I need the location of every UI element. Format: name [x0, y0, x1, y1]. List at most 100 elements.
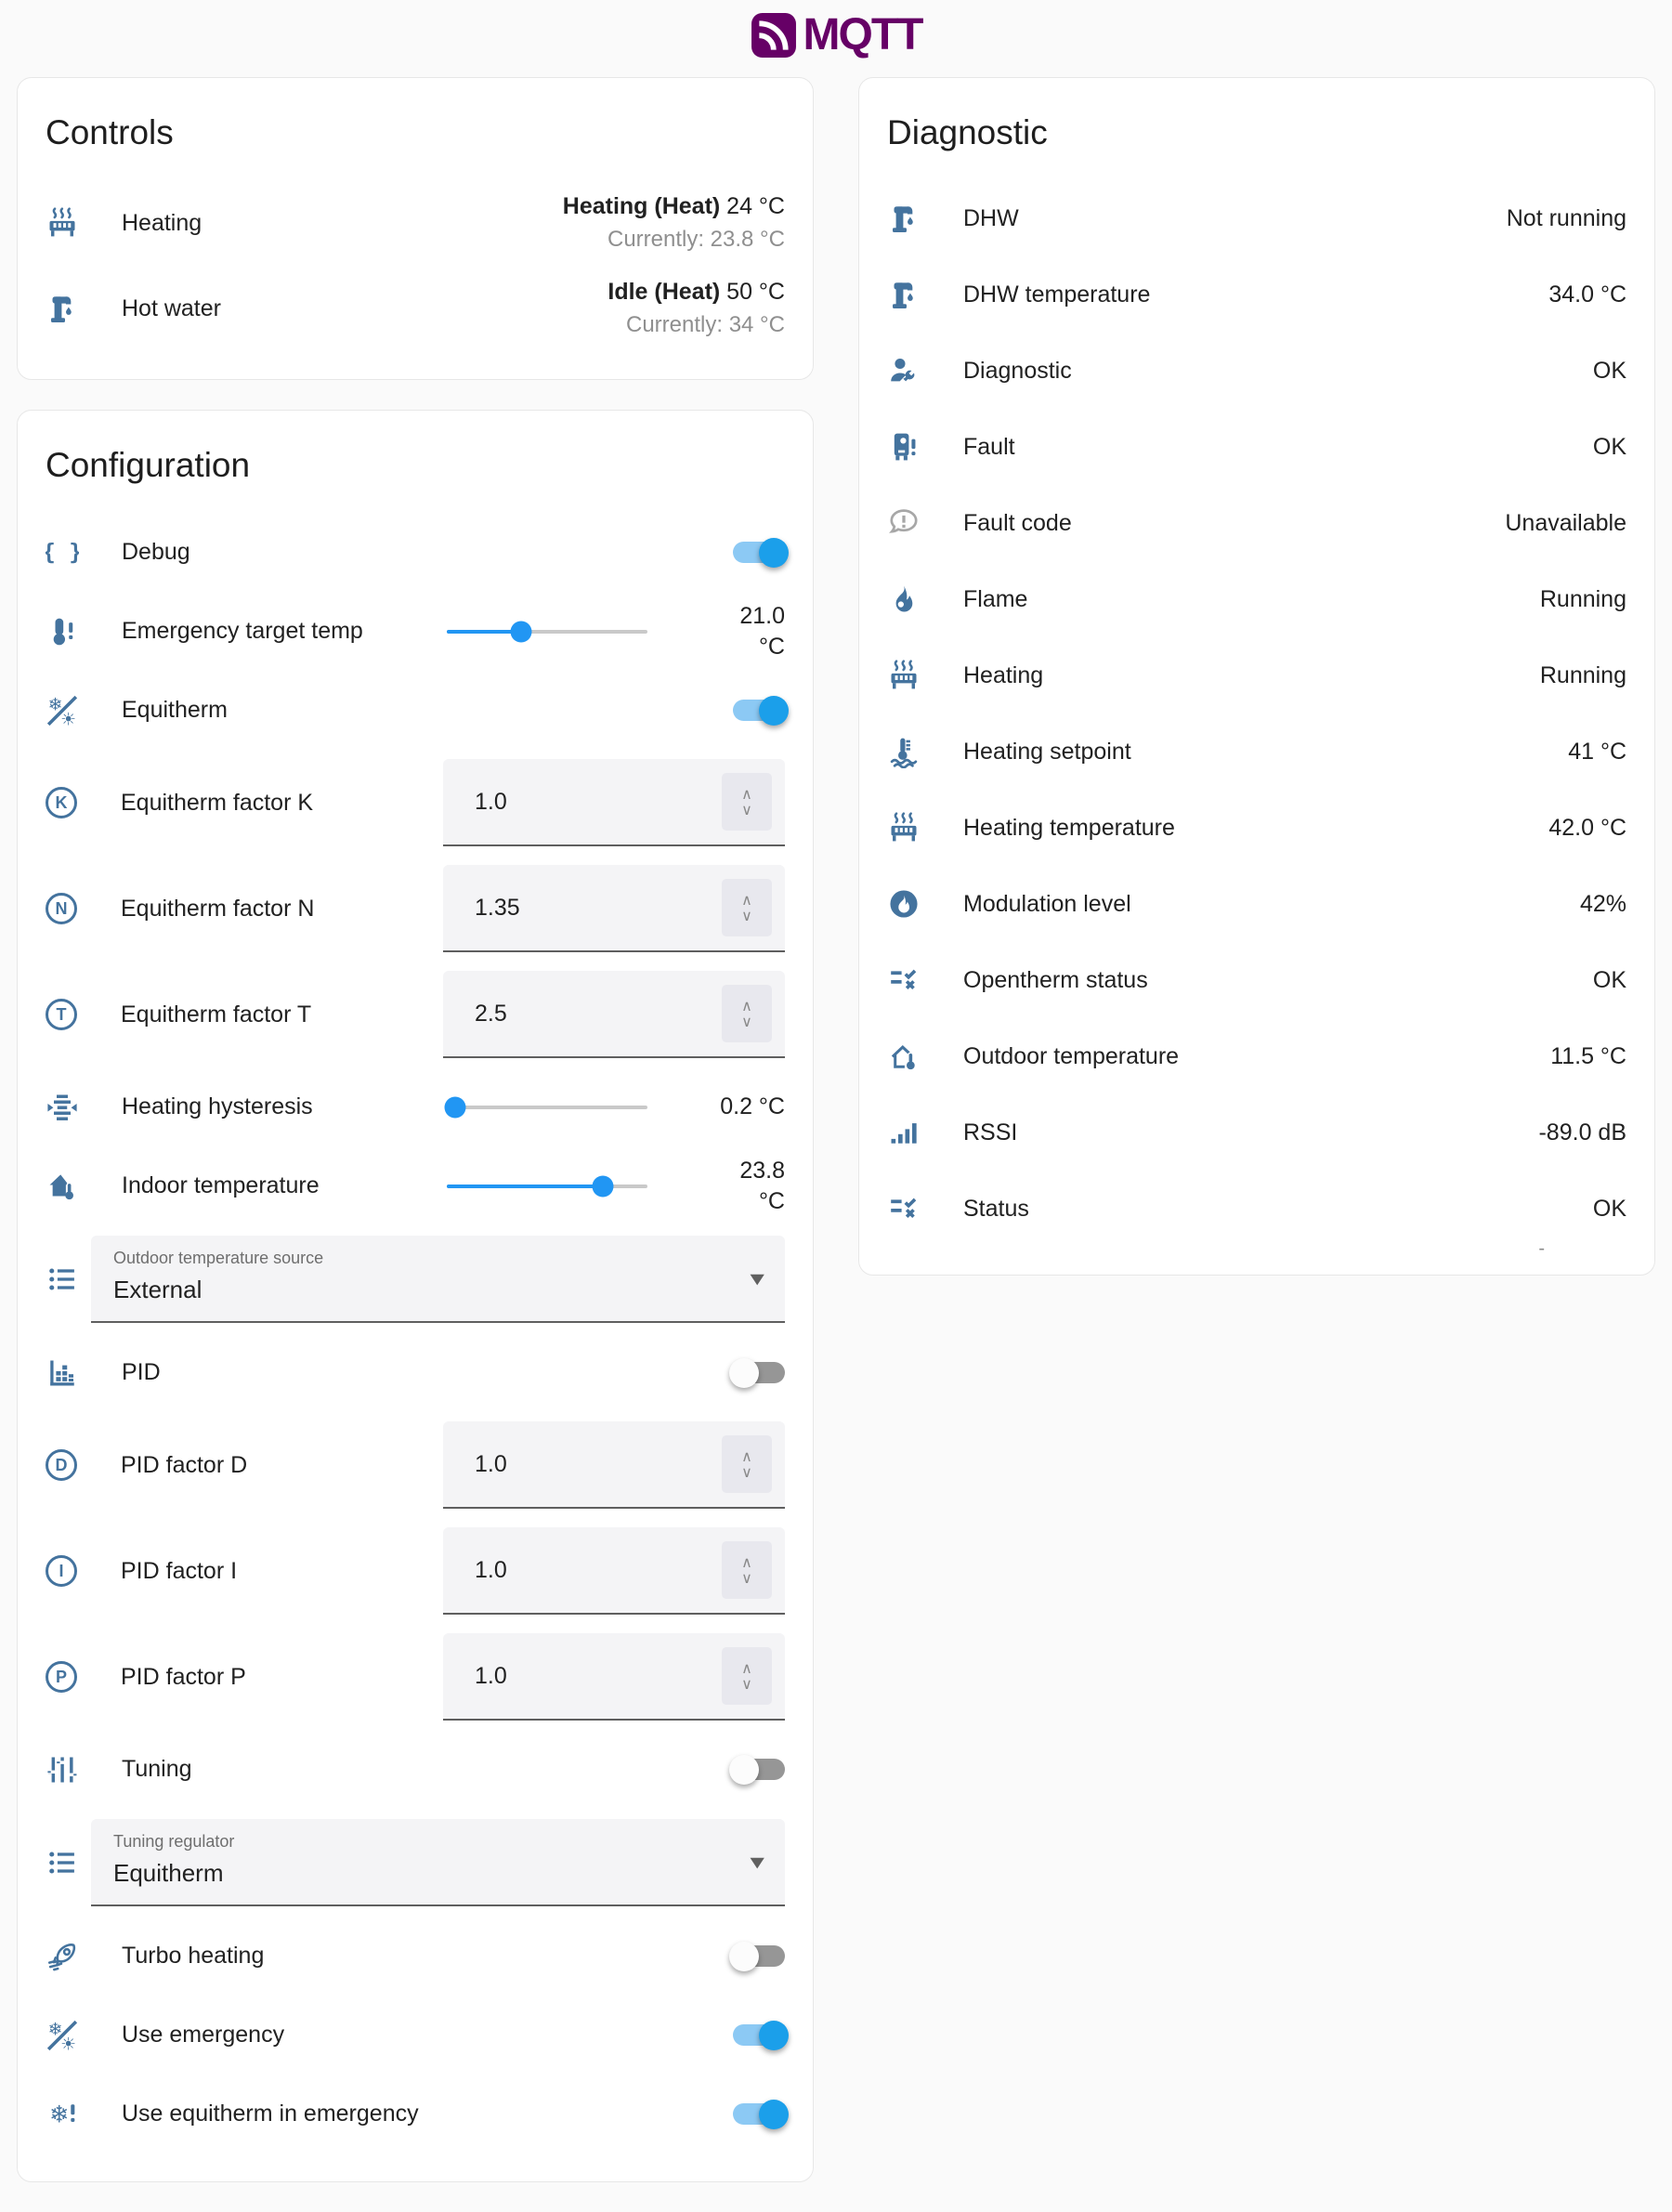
outdoor-temperature-source-select[interactable]: Outdoor temperature source External ▼ [91, 1236, 785, 1323]
tuning-regulator-select[interactable]: Tuning regulator Equitherm ▼ [91, 1819, 785, 1906]
stepper-up-icon[interactable]: ∧ [741, 789, 752, 800]
config-row-outdoor-temperature-source: Outdoor temperature source External ▼ [46, 1225, 785, 1333]
stepper[interactable]: ∧∨ [722, 1435, 772, 1493]
row-label: Fault [963, 434, 1593, 461]
slider-thumb[interactable] [510, 621, 531, 642]
select-label: Tuning regulator [113, 1832, 763, 1852]
stepper[interactable]: ∧∨ [722, 879, 772, 936]
select-label: Outdoor temperature source [113, 1249, 763, 1268]
stepper-down-icon[interactable]: ∨ [741, 1016, 752, 1027]
control-row-heating[interactable]: Heating Heating (Heat) 24 °C Currently: … [46, 180, 785, 266]
stray-dash: - [1538, 1238, 1545, 1260]
config-row-heating-hysteresis: Heating hysteresis 0.2 °C [46, 1067, 785, 1146]
row-label: PID factor I [121, 1558, 443, 1585]
row-label: Use equitherm in emergency [122, 2101, 733, 2127]
mqtt-logo-text: MQTT [803, 9, 922, 60]
equitherm-factor-k-input[interactable]: ∧∨ [443, 759, 785, 846]
row-label: Equitherm factor N [121, 896, 443, 923]
pid-factor-p-input[interactable]: ∧∨ [443, 1633, 785, 1721]
stepper-up-icon[interactable]: ∧ [741, 1001, 752, 1012]
stepper-down-icon[interactable]: ∨ [741, 805, 752, 816]
diag-row-fault: Fault OK [887, 409, 1626, 485]
toggle-thumb[interactable] [759, 696, 789, 726]
toggle-thumb[interactable] [759, 2100, 789, 2129]
number-input[interactable] [443, 1663, 722, 1690]
row-label: Emergency target temp [122, 618, 447, 645]
slider-thumb[interactable] [444, 1096, 465, 1118]
equitherm-toggle[interactable] [733, 700, 785, 721]
signal-icon [887, 1116, 921, 1149]
mqtt-logo-icon [751, 12, 797, 59]
snowflake-alert-icon [46, 2098, 79, 2131]
stepper[interactable]: ∧∨ [722, 1541, 772, 1599]
list-status-icon [887, 1192, 921, 1225]
stepper-up-icon[interactable]: ∧ [741, 1663, 752, 1674]
chart-bars-icon [46, 1356, 79, 1390]
tune-icon [46, 1753, 79, 1787]
stepper-up-icon[interactable]: ∧ [741, 895, 752, 906]
letter-k-icon: K [46, 787, 77, 818]
use-emergency-toggle[interactable] [733, 2024, 785, 2046]
rocket-icon [46, 1940, 79, 1973]
pid-factor-d-input[interactable]: ∧∨ [443, 1421, 785, 1509]
stepper-up-icon[interactable]: ∧ [741, 1557, 752, 1568]
fire-circle-icon [887, 887, 921, 921]
stepper[interactable]: ∧∨ [722, 1647, 772, 1705]
select-value: Equitherm [113, 1859, 763, 1888]
diag-value: OK [1593, 1196, 1626, 1223]
config-row-equitherm-factor-t: T Equitherm factor T ∧∨ [46, 962, 785, 1067]
indoor-temperature-slider[interactable] [447, 1185, 647, 1188]
slider-thumb[interactable] [593, 1175, 614, 1197]
use-equitherm-in-emergency-toggle[interactable] [733, 2103, 785, 2125]
diag-value: -89.0 dB [1538, 1119, 1626, 1146]
stepper-down-icon[interactable]: ∨ [741, 910, 752, 922]
heating-hysteresis-slider[interactable] [447, 1106, 647, 1109]
control-row-hot-water[interactable]: Hot water Idle (Heat) 50 °C Currently: 3… [46, 266, 785, 351]
list-bulleted-icon [46, 1846, 79, 1879]
toggle-thumb[interactable] [729, 1358, 759, 1388]
stepper-up-icon[interactable]: ∧ [741, 1451, 752, 1462]
turbo-heating-toggle[interactable] [733, 1945, 785, 1967]
control-label: Hot water [122, 295, 607, 322]
number-input[interactable] [443, 1557, 722, 1584]
pid-toggle[interactable] [733, 1362, 785, 1383]
emergency-target-temp-slider[interactable] [447, 630, 647, 634]
number-input[interactable] [443, 1451, 722, 1478]
toggle-thumb[interactable] [759, 2021, 789, 2050]
faucet-icon [46, 292, 79, 325]
faucet-icon [887, 278, 921, 311]
right-column: Diagnostic DHW Not running DHW temperatu… [858, 77, 1655, 1305]
stepper-down-icon[interactable]: ∨ [741, 1679, 752, 1690]
home-thermometer-icon [46, 1170, 79, 1203]
stepper-down-icon[interactable]: ∨ [741, 1467, 752, 1478]
number-input[interactable] [443, 1001, 722, 1027]
row-label: Indoor temperature [122, 1172, 447, 1199]
tuning-toggle[interactable] [733, 1759, 785, 1780]
equitherm-factor-t-input[interactable]: ∧∨ [443, 971, 785, 1058]
config-row-tuning-regulator: Tuning regulator Equitherm ▼ [46, 1809, 785, 1917]
list-status-icon [887, 963, 921, 997]
letter-p-icon: P [46, 1661, 77, 1693]
stepper-down-icon[interactable]: ∨ [741, 1573, 752, 1584]
equitherm-factor-n-input[interactable]: ∧∨ [443, 865, 785, 952]
radiator-icon [887, 659, 921, 692]
dropdown-arrow-icon[interactable]: ▼ [750, 1853, 764, 1870]
stepper[interactable]: ∧∨ [722, 773, 772, 831]
letter-n-icon: N [46, 893, 77, 924]
number-input[interactable] [443, 895, 722, 922]
number-input[interactable] [443, 789, 722, 816]
configuration-card: Configuration Debug Emergency target tem… [17, 410, 814, 2182]
stepper[interactable]: ∧∨ [722, 985, 772, 1042]
pid-factor-i-input[interactable]: ∧∨ [443, 1527, 785, 1615]
diag-row-heating-temperature: Heating temperature 42.0 °C [887, 790, 1626, 866]
debug-toggle[interactable] [733, 542, 785, 563]
sun-snowflake-icon [46, 2019, 79, 2052]
heating-state: Heating (Heat) 24 °C Currently: 23.8 °C [563, 192, 785, 254]
toggle-thumb[interactable] [729, 1755, 759, 1785]
config-row-indoor-temperature: Indoor temperature 23.8 °C [46, 1146, 785, 1225]
dropdown-arrow-icon[interactable]: ▼ [750, 1270, 764, 1287]
toggle-thumb[interactable] [729, 1942, 759, 1971]
row-label: PID [122, 1359, 733, 1386]
toggle-thumb[interactable] [759, 538, 789, 568]
row-label: Tuning [122, 1756, 733, 1783]
